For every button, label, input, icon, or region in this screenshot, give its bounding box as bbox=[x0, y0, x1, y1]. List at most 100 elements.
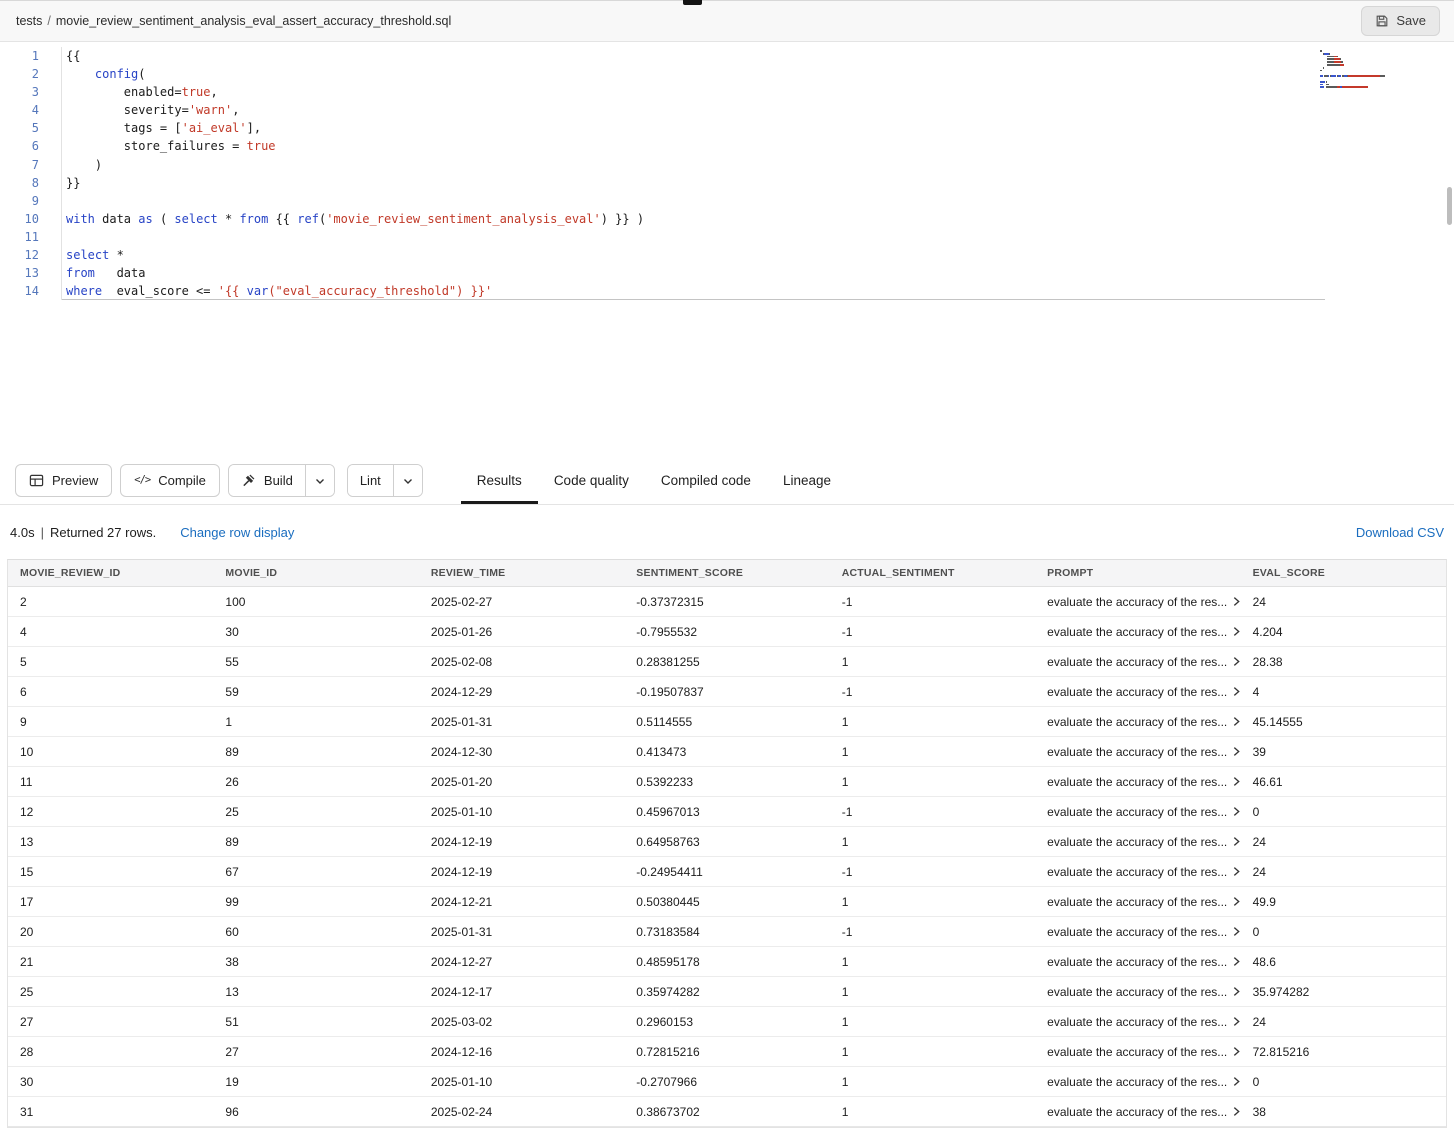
prompt-text: evaluate the accuracy of the res... bbox=[1047, 1105, 1226, 1119]
code-text bbox=[62, 228, 1325, 246]
table-cell: 27 bbox=[8, 1015, 213, 1029]
chevron-right-icon[interactable] bbox=[1232, 776, 1241, 787]
chevron-right-icon[interactable] bbox=[1232, 896, 1241, 907]
code-text: config( bbox=[62, 65, 1325, 83]
code-line[interactable]: 3 enabled=true, bbox=[0, 83, 1325, 101]
code-editor[interactable]: 1{{2 config(3 enabled=true,4 severity='w… bbox=[0, 42, 1454, 456]
prompt-cell: evaluate the accuracy of the res... bbox=[1035, 745, 1240, 759]
lint-button-label: Lint bbox=[360, 473, 381, 488]
tab-compiled-code[interactable]: Compiled code bbox=[645, 456, 767, 504]
eval-score-cell: 46.61 bbox=[1241, 775, 1446, 789]
chevron-right-icon[interactable] bbox=[1232, 1016, 1241, 1027]
chevron-right-icon[interactable] bbox=[1232, 656, 1241, 667]
line-number: 3 bbox=[0, 83, 62, 101]
table-cell: 21 bbox=[8, 955, 213, 969]
code-line[interactable]: 9 bbox=[0, 192, 1325, 210]
table-cell: 1 bbox=[830, 835, 1035, 849]
chevron-right-icon[interactable] bbox=[1232, 866, 1241, 877]
query-duration: 4.0s bbox=[10, 525, 35, 540]
prompt-text: evaluate the accuracy of the res... bbox=[1047, 745, 1226, 759]
chevron-right-icon[interactable] bbox=[1232, 986, 1241, 997]
prompt-text: evaluate the accuracy of the res... bbox=[1047, 1045, 1226, 1059]
column-header: REVIEW_TIME bbox=[419, 567, 624, 579]
query-status-bar: 4.0s | Returned 27 rows. Change row disp… bbox=[0, 505, 1454, 559]
editor-scrollbar-thumb[interactable] bbox=[1447, 187, 1452, 225]
download-csv-link[interactable]: Download CSV bbox=[1356, 525, 1444, 540]
code-line[interactable]: 4 severity='warn', bbox=[0, 101, 1325, 119]
eval-score-cell: 48.6 bbox=[1241, 955, 1446, 969]
table-cell: 25 bbox=[8, 985, 213, 999]
code-line[interactable]: 13from data bbox=[0, 264, 1325, 282]
prompt-text: evaluate the accuracy of the res... bbox=[1047, 775, 1226, 789]
code-line[interactable]: 7 ) bbox=[0, 156, 1325, 174]
table-cell: 25 bbox=[213, 805, 418, 819]
table-cell: 1 bbox=[830, 955, 1035, 969]
line-number: 4 bbox=[0, 101, 62, 119]
code-line[interactable]: 5 tags = ['ai_eval'], bbox=[0, 119, 1325, 137]
prompt-text: evaluate the accuracy of the res... bbox=[1047, 925, 1226, 939]
tab-lineage[interactable]: Lineage bbox=[767, 456, 847, 504]
prompt-text: evaluate the accuracy of the res... bbox=[1047, 1015, 1226, 1029]
chevron-right-icon[interactable] bbox=[1232, 626, 1241, 637]
code-line[interactable]: 12select * bbox=[0, 246, 1325, 264]
breadcrumb-folder[interactable]: tests bbox=[16, 14, 42, 28]
chevron-right-icon[interactable] bbox=[1232, 836, 1241, 847]
chevron-right-icon[interactable] bbox=[1232, 1046, 1241, 1057]
preview-button[interactable]: Preview bbox=[15, 464, 112, 497]
code-line[interactable]: 1{{ bbox=[0, 47, 1325, 65]
chevron-right-icon[interactable] bbox=[1232, 746, 1241, 757]
table-cell: 28 bbox=[8, 1045, 213, 1059]
table-cell: 10 bbox=[8, 745, 213, 759]
chevron-down-icon bbox=[315, 473, 325, 488]
code-line[interactable]: 11 bbox=[0, 228, 1325, 246]
chevron-right-icon[interactable] bbox=[1232, 716, 1241, 727]
prompt-text: evaluate the accuracy of the res... bbox=[1047, 985, 1226, 999]
chevron-right-icon[interactable] bbox=[1232, 1076, 1241, 1087]
code-line[interactable]: 2 config( bbox=[0, 65, 1325, 83]
eval-score-cell: 4.204 bbox=[1241, 625, 1446, 639]
table-cell: 11 bbox=[8, 775, 213, 789]
table-cell: 1 bbox=[830, 715, 1035, 729]
eval-score-cell: 72.815216 bbox=[1241, 1045, 1446, 1059]
tab-results[interactable]: Results bbox=[461, 456, 538, 504]
prompt-cell: evaluate the accuracy of the res... bbox=[1035, 1105, 1240, 1119]
code-line[interactable]: 10with data as ( select * from {{ ref('m… bbox=[0, 210, 1325, 228]
build-dropdown-button[interactable] bbox=[305, 465, 334, 496]
table-cell: 9 bbox=[8, 715, 213, 729]
eval-score-cell: 38 bbox=[1241, 1105, 1446, 1119]
build-button[interactable]: Build bbox=[229, 465, 305, 496]
chevron-right-icon[interactable] bbox=[1232, 686, 1241, 697]
table-row: 27512025-03-020.29601531evaluate the acc… bbox=[8, 1007, 1446, 1037]
chevron-right-icon[interactable] bbox=[1232, 1106, 1241, 1117]
line-number: 8 bbox=[0, 174, 62, 192]
save-button-label: Save bbox=[1396, 13, 1426, 28]
table-cell: 4 bbox=[8, 625, 213, 639]
compile-button[interactable]: </> Compile bbox=[120, 464, 220, 497]
ide-window: tests / movie_review_sentiment_analysis_… bbox=[0, 0, 1454, 1134]
change-row-display-link[interactable]: Change row display bbox=[180, 525, 294, 540]
table-cell: 1 bbox=[830, 1045, 1035, 1059]
table-cell: 38 bbox=[213, 955, 418, 969]
table-cell: -0.2707966 bbox=[624, 1075, 829, 1089]
tab-code-quality[interactable]: Code quality bbox=[538, 456, 645, 504]
table-cell: 30 bbox=[8, 1075, 213, 1089]
code-line[interactable]: 8}} bbox=[0, 174, 1325, 192]
save-button[interactable]: Save bbox=[1361, 6, 1440, 36]
code-line[interactable]: 14where eval_score <= '{{ var("eval_accu… bbox=[0, 282, 1325, 300]
table-cell: -0.19507837 bbox=[624, 685, 829, 699]
lint-button[interactable]: Lint bbox=[348, 465, 393, 496]
code-text: severity='warn', bbox=[62, 101, 1325, 119]
prompt-text: evaluate the accuracy of the res... bbox=[1047, 655, 1226, 669]
chevron-right-icon[interactable] bbox=[1232, 806, 1241, 817]
chevron-right-icon[interactable] bbox=[1232, 596, 1241, 607]
chevron-right-icon[interactable] bbox=[1232, 926, 1241, 937]
code-line[interactable]: 6 store_failures = true bbox=[0, 137, 1325, 155]
chevron-right-icon[interactable] bbox=[1232, 956, 1241, 967]
table-cell: 2025-02-24 bbox=[419, 1105, 624, 1119]
editor-minimap[interactable] bbox=[1320, 50, 1438, 89]
prompt-cell: evaluate the accuracy of the res... bbox=[1035, 715, 1240, 729]
prompt-text: evaluate the accuracy of the res... bbox=[1047, 955, 1226, 969]
lint-dropdown-button[interactable] bbox=[393, 465, 422, 496]
table-cell: 96 bbox=[213, 1105, 418, 1119]
prompt-cell: evaluate the accuracy of the res... bbox=[1035, 1075, 1240, 1089]
